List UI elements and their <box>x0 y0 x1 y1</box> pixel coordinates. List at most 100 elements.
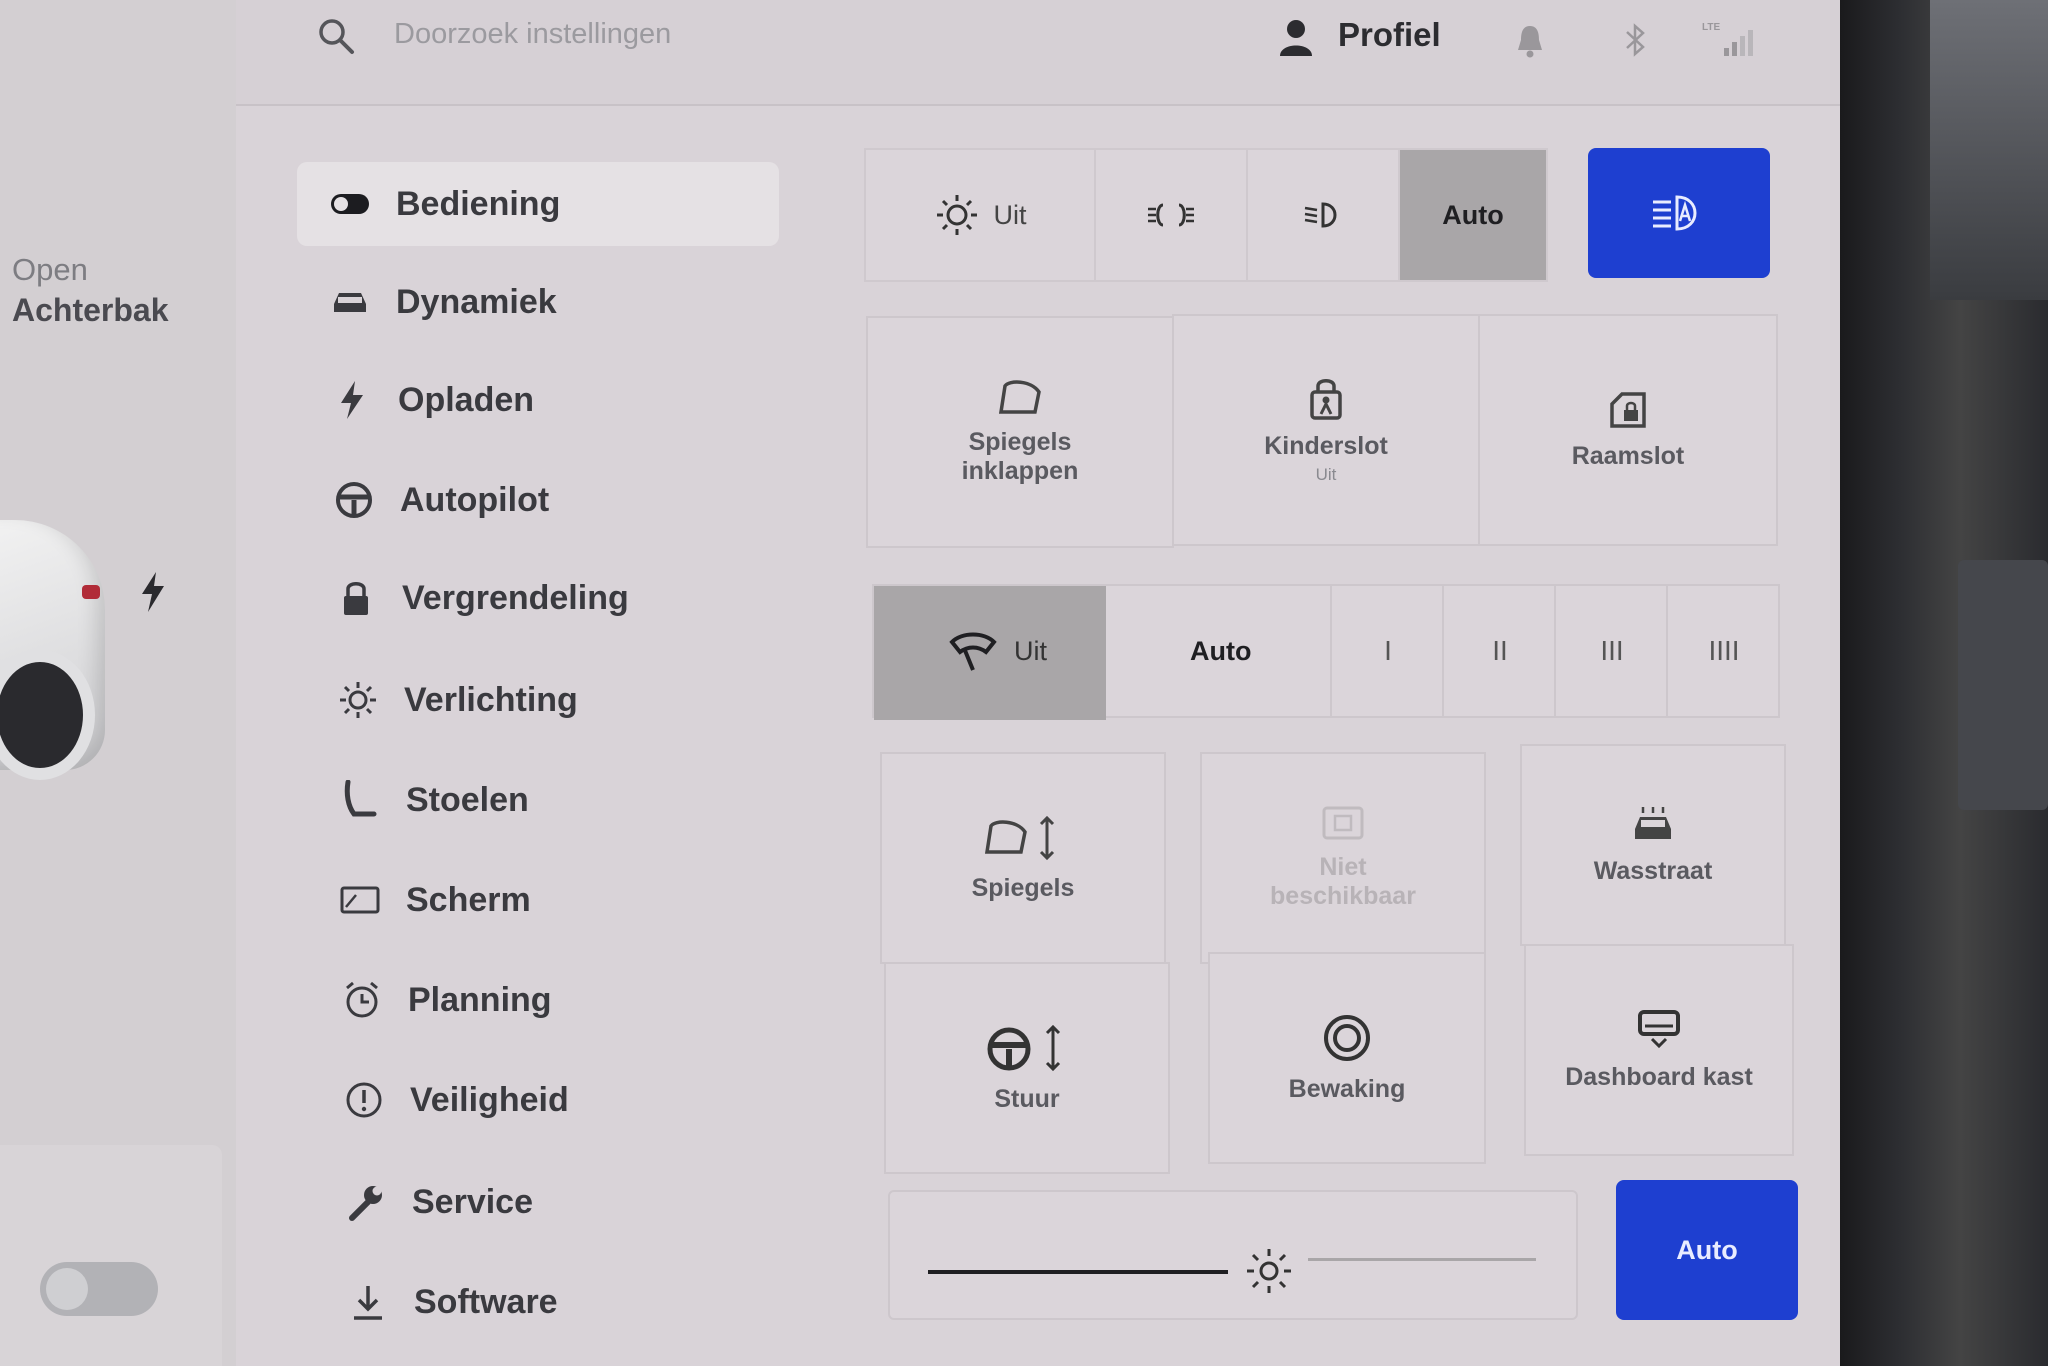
lte-signal-icon: LTE <box>1700 18 1756 58</box>
sidebar-item-veiligheid[interactable]: Veiligheid <box>342 1060 569 1140</box>
wipers-auto-button[interactable]: Auto <box>1190 636 1251 667</box>
glovebox-label: Dashboard kast <box>1565 1062 1753 1091</box>
sidebar-item-label: Scherm <box>406 880 531 919</box>
low-beam-button[interactable] <box>1246 148 1400 282</box>
bolt-icon <box>330 378 374 422</box>
wiper-speed-4-button[interactable]: IIII <box>1666 586 1780 716</box>
brightness-slider-track[interactable] <box>1308 1258 1536 1261</box>
sidebar-item-label: Planning <box>408 980 552 1019</box>
trunk-label[interactable]: Achterbak <box>12 292 169 329</box>
screen-icon <box>338 878 382 922</box>
sidebar-item-software[interactable]: Software <box>346 1262 558 1342</box>
sentry-label: Bewaking <box>1288 1074 1406 1103</box>
sidebar-item-opladen[interactable]: Opladen <box>330 360 534 440</box>
sidebar-item-dynamiek[interactable]: Dynamiek <box>328 262 557 342</box>
lights-off-button[interactable]: Uit <box>864 148 1096 282</box>
brightness-auto-label: Auto <box>1676 1234 1738 1265</box>
wiper-speed-2-button[interactable]: II <box>1442 586 1556 716</box>
left-toggle-knob <box>46 1268 88 1310</box>
top-bar <box>236 0 1840 106</box>
unavailable-label-2: beschikbaar <box>1270 882 1416 910</box>
wrench-icon <box>344 1180 388 1224</box>
seat-icon <box>338 778 382 822</box>
auto-high-beam-icon <box>1653 195 1697 231</box>
steering-label: Stuur <box>994 1084 1060 1113</box>
sidebar-item-service[interactable]: Service <box>344 1162 533 1242</box>
car-taillight <box>82 585 100 599</box>
lights-off-label: Uit <box>993 199 1027 230</box>
mirror-icon <box>998 380 1041 414</box>
car-wash-label: Wasstraat <box>1593 856 1713 885</box>
sidebar-item-bediening[interactable]: Bediening <box>328 164 560 244</box>
sidebar-item-planning[interactable]: Planning <box>340 960 552 1040</box>
lte-label: LTE <box>1702 22 1720 33</box>
lights-auto-label: Auto <box>1442 199 1504 230</box>
sidebar-item-label: Dynamiek <box>396 282 557 321</box>
alarm-clock-icon <box>340 978 384 1022</box>
bottom-left-panel <box>0 1145 222 1366</box>
steering-adjust-button[interactable]: Stuur <box>884 962 1170 1174</box>
sidebar-item-label: Software <box>414 1282 558 1321</box>
child-lock-button[interactable]: Kinderslot Uit <box>1172 314 1480 546</box>
unavailable-label-1: Niet <box>1319 853 1367 881</box>
toggle-icon <box>328 182 372 226</box>
child-lock-status: Uit <box>1315 464 1337 484</box>
low-beam-icon <box>1304 202 1337 228</box>
sidebar-item-label: Service <box>412 1182 533 1221</box>
lights-auto-button[interactable]: Auto <box>1398 148 1548 282</box>
charging-bolt-icon <box>138 572 168 622</box>
sidebar-item-label: Autopilot <box>400 480 550 519</box>
unavailable-tile: Niet beschikbaar <box>1200 752 1486 964</box>
sidebar-item-label: Verlichting <box>404 680 578 719</box>
brightness-auto-button[interactable]: Auto <box>1616 1180 1798 1320</box>
sidebar-item-autopilot[interactable]: Autopilot <box>332 460 549 540</box>
bluetooth-icon[interactable] <box>1620 22 1650 58</box>
wiper-speed-1-button[interactable]: I <box>1330 586 1444 716</box>
search-input[interactable]: Doorzoek instellingen <box>394 18 671 51</box>
car-wash-button[interactable]: Wasstraat <box>1520 744 1786 946</box>
open-trunk-label[interactable]: Open <box>12 252 88 288</box>
window-lock-label: Raamslot <box>1571 441 1685 470</box>
sidebar-item-stoelen[interactable]: Stoelen <box>338 760 529 840</box>
wiper-speed-3-button[interactable]: III <box>1554 586 1668 716</box>
sentry-mode-button[interactable]: Bewaking <box>1208 952 1486 1164</box>
mirrors-adjust-button[interactable]: Spiegels <box>880 752 1166 964</box>
brightness-slider-filled[interactable] <box>928 1270 1228 1274</box>
sidebar-item-label: Veiligheid <box>410 1080 569 1119</box>
mirror-adjust-icon <box>984 815 1055 860</box>
sun-icon <box>936 195 977 235</box>
window-lock-icon <box>1610 391 1646 428</box>
brightness-slider-panel <box>888 1190 1578 1320</box>
profile-button[interactable]: Profiel <box>1338 16 1441 54</box>
car-icon <box>328 280 372 324</box>
lock-icon <box>334 576 378 620</box>
child-lock-icon <box>1310 378 1342 420</box>
sidebar-item-label: Bediening <box>396 184 561 223</box>
download-icon <box>346 1280 390 1324</box>
wipers-off-label: Uit <box>1014 636 1047 666</box>
fold-mirrors-label-2: inklappen <box>961 457 1079 485</box>
window-lock-button[interactable]: Raamslot <box>1478 314 1778 546</box>
profile-icon[interactable] <box>1278 18 1314 58</box>
glovebox-button[interactable]: Dashboard kast <box>1524 944 1794 1156</box>
auto-high-beam-button[interactable] <box>1588 148 1770 278</box>
sidebar-item-label: Vergrendeling <box>402 578 629 617</box>
search-icon[interactable] <box>316 16 356 56</box>
fold-mirrors-label-1: Spiegels <box>968 428 1072 456</box>
sidebar-item-label: Stoelen <box>406 780 529 819</box>
car-wash-icon <box>1635 806 1671 839</box>
child-lock-label: Kinderslot <box>1264 431 1388 460</box>
door-panel <box>1958 560 2048 810</box>
sidebar-item-scherm[interactable]: Scherm <box>338 860 531 940</box>
fold-mirrors-button[interactable]: Spiegels inklappen <box>866 316 1174 548</box>
glovebox-icon <box>1638 1009 1680 1048</box>
bell-icon[interactable] <box>1514 24 1546 58</box>
sidebar-item-verlichting[interactable]: Verlichting <box>336 660 578 740</box>
brightness-sun-icon[interactable] <box>1244 1246 1294 1296</box>
steering-wheel-icon <box>332 478 376 522</box>
parking-lights-button[interactable] <box>1094 148 1248 282</box>
window-reflection <box>1930 0 2048 300</box>
wiper-icon <box>948 630 998 672</box>
sentry-icon <box>1324 1014 1370 1061</box>
sidebar-item-vergrendeling[interactable]: Vergrendeling <box>334 558 629 638</box>
